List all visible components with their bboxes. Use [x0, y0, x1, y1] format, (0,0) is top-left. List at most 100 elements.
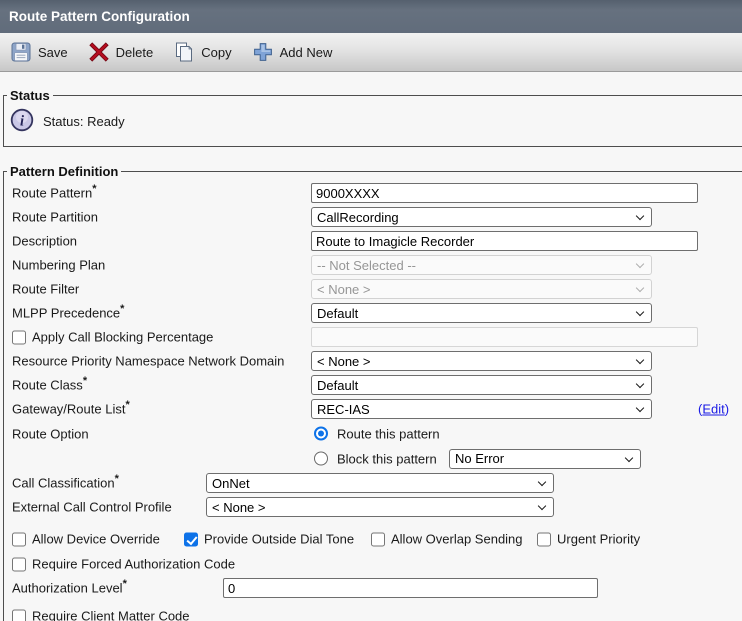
- copy-button-label: Copy: [201, 45, 231, 60]
- edit-link-text: Edit: [702, 402, 724, 417]
- route-partition-select[interactable]: CallRecording: [311, 207, 652, 227]
- require-cmc-item: Require Client Matter Code: [12, 609, 190, 621]
- route-filter-label: Route Filter: [12, 282, 79, 297]
- route-option-label: Route Option: [12, 426, 89, 441]
- numbering-plan-value: -- Not Selected --: [317, 258, 416, 273]
- description-label: Description: [12, 234, 77, 249]
- add-new-button-label: Add New: [280, 45, 333, 60]
- block-option-row: Block this pattern No Error: [4, 446, 742, 471]
- call-classification-select[interactable]: OnNet: [206, 473, 554, 493]
- external-call-control-value: < None >: [212, 500, 266, 515]
- route-class-select[interactable]: Default: [311, 375, 652, 395]
- require-fac-row: Require Forced Authorization Code: [4, 552, 742, 576]
- external-call-control-select[interactable]: < None >: [206, 497, 554, 517]
- allow-overlap-sending-checkbox[interactable]: [371, 532, 385, 546]
- route-class-value: Default: [317, 378, 358, 393]
- allow-overlap-sending-label: Allow Overlap Sending: [391, 532, 523, 547]
- mlpp-precedence-select[interactable]: Default: [311, 303, 652, 323]
- authorization-level-row: Authorization Level*: [4, 576, 742, 600]
- route-filter-select: < None >: [311, 279, 652, 299]
- allow-device-override-checkbox[interactable]: [12, 532, 26, 546]
- resource-priority-label: Resource Priority Namespace Network Doma…: [12, 354, 284, 369]
- urgent-priority-label: Urgent Priority: [557, 532, 640, 547]
- apply-call-blocking-checkbox[interactable]: [12, 330, 26, 344]
- apply-call-blocking-row: Apply Call Blocking Percentage: [4, 325, 742, 349]
- chevron-down-icon: [636, 260, 644, 268]
- save-icon: [11, 42, 31, 62]
- mlpp-precedence-label: MLPP Precedence*: [12, 306, 124, 321]
- apply-call-blocking-item: Apply Call Blocking Percentage: [12, 330, 213, 345]
- route-class-row: Route Class* Default: [4, 373, 742, 397]
- block-this-pattern-label: Block this pattern: [337, 451, 437, 466]
- mlpp-precedence-row: MLPP Precedence* Default: [4, 301, 742, 325]
- route-partition-row: Route Partition CallRecording: [4, 205, 742, 229]
- require-cmc-row: Require Client Matter Code: [4, 604, 742, 621]
- route-pattern-input[interactable]: [311, 183, 698, 203]
- block-this-pattern-option: Block this pattern: [314, 451, 437, 466]
- urgent-priority-item: Urgent Priority: [537, 532, 640, 547]
- gateway-edit-link[interactable]: (Edit): [698, 402, 729, 417]
- authorization-level-input[interactable]: [223, 578, 598, 598]
- provide-outside-dial-tone-item: Provide Outside Dial Tone: [184, 532, 354, 547]
- resource-priority-value: < None >: [317, 354, 371, 369]
- numbering-plan-select: -- Not Selected --: [311, 255, 652, 275]
- chevron-down-icon: [636, 380, 644, 388]
- save-button[interactable]: Save: [11, 42, 68, 62]
- chevron-down-icon: [636, 212, 644, 220]
- required-marker: *: [92, 183, 96, 195]
- allow-device-override-item: Allow Device Override: [12, 532, 160, 547]
- provide-outside-dial-tone-checkbox[interactable]: [184, 532, 198, 546]
- call-blocking-percentage-input: [311, 327, 698, 347]
- copy-button[interactable]: Copy: [174, 42, 231, 62]
- add-new-button[interactable]: Add New: [253, 42, 333, 62]
- chevron-down-icon: [636, 308, 644, 316]
- require-fac-checkbox[interactable]: [12, 557, 26, 571]
- route-pattern-row: Route Pattern*: [4, 181, 742, 205]
- pattern-definition-section: Pattern Definition Route Pattern* Route …: [3, 164, 742, 621]
- chevron-down-icon: [636, 284, 644, 292]
- gateway-route-list-label: Gateway/Route List*: [12, 402, 130, 417]
- route-filter-row: Route Filter < None >: [4, 277, 742, 301]
- page-title: Route Pattern Configuration: [9, 9, 190, 24]
- description-input[interactable]: [311, 231, 698, 251]
- route-this-pattern-radio[interactable]: [314, 427, 328, 441]
- required-marker: *: [115, 473, 119, 485]
- option-checkboxes-row: Allow Device Override Provide Outside Di…: [4, 526, 742, 552]
- numbering-plan-label: Numbering Plan: [12, 258, 105, 273]
- allow-overlap-sending-item: Allow Overlap Sending: [371, 532, 523, 547]
- mlpp-precedence-value: Default: [317, 306, 358, 321]
- block-this-pattern-radio[interactable]: [314, 452, 328, 466]
- copy-icon: [174, 42, 194, 62]
- route-partition-value: CallRecording: [317, 210, 399, 225]
- require-fac-label: Require Forced Authorization Code: [32, 557, 235, 572]
- block-reason-select[interactable]: No Error: [449, 449, 641, 469]
- chevron-down-icon: [636, 404, 644, 412]
- route-this-pattern-label: Route this pattern: [337, 426, 440, 441]
- external-call-control-label: External Call Control Profile: [12, 500, 172, 515]
- route-pattern-label: Route Pattern*: [12, 186, 97, 201]
- require-cmc-checkbox[interactable]: [12, 609, 26, 621]
- require-cmc-label: Require Client Matter Code: [32, 609, 190, 621]
- svg-text:i: i: [20, 114, 24, 130]
- delete-icon: [89, 42, 109, 62]
- call-classification-row: Call Classification* OnNet: [4, 471, 742, 495]
- required-marker: *: [120, 303, 124, 315]
- block-reason-value: No Error: [455, 451, 504, 466]
- edit-link-paren: ): [725, 402, 729, 417]
- numbering-plan-row: Numbering Plan -- Not Selected --: [4, 253, 742, 277]
- required-marker: *: [83, 375, 87, 387]
- gateway-route-list-select[interactable]: REC-IAS: [311, 399, 652, 419]
- route-this-pattern-option: Route this pattern: [314, 426, 440, 441]
- chevron-down-icon: [538, 478, 546, 486]
- urgent-priority-checkbox[interactable]: [537, 532, 551, 546]
- resource-priority-row: Resource Priority Namespace Network Doma…: [4, 349, 742, 373]
- description-row: Description: [4, 229, 742, 253]
- toolbar: Save Delete Copy Add New: [0, 33, 742, 72]
- status-section: Status i Status: Ready: [3, 88, 742, 147]
- resource-priority-select[interactable]: < None >: [311, 351, 652, 371]
- delete-button[interactable]: Delete: [89, 42, 154, 62]
- call-classification-value: OnNet: [212, 476, 250, 491]
- chevron-down-icon: [625, 453, 633, 461]
- status-text: Status: Ready: [43, 114, 125, 129]
- require-fac-item: Require Forced Authorization Code: [12, 557, 235, 572]
